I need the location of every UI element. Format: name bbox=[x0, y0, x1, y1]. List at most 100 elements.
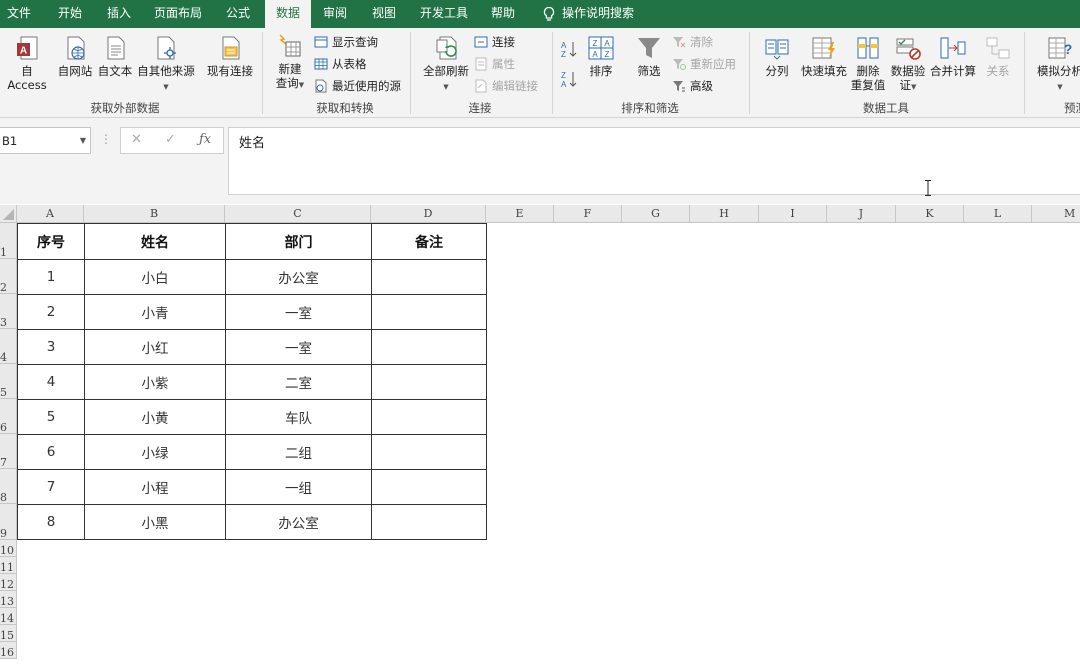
table-cell[interactable]: 小红 bbox=[84, 329, 226, 365]
table-cell[interactable] bbox=[371, 364, 487, 400]
show-queries-button[interactable]: 显示查询 bbox=[312, 33, 378, 51]
clear-filter-button[interactable]: 清除 bbox=[670, 33, 713, 51]
row-header-8[interactable]: 8 bbox=[0, 469, 17, 504]
formula-input[interactable]: 姓名 bbox=[228, 127, 1080, 195]
tab-file[interactable]: 文件 bbox=[0, 0, 38, 28]
sort-descending-button[interactable]: Z A bbox=[560, 70, 580, 89]
row-header-14[interactable]: 14 bbox=[0, 608, 17, 625]
table-cell[interactable]: 二组 bbox=[225, 434, 372, 470]
table-cell[interactable]: 3 bbox=[17, 329, 85, 365]
select-all-corner[interactable] bbox=[0, 205, 17, 223]
advanced-filter-button[interactable]: 高级 bbox=[670, 77, 713, 95]
table-cell[interactable]: 办公室 bbox=[225, 504, 372, 540]
table-cell[interactable]: 小黑 bbox=[84, 504, 226, 540]
recent-sources-button[interactable]: 最近使用的源 bbox=[312, 77, 401, 95]
row-header-2[interactable]: 2 bbox=[0, 259, 17, 294]
row-header-6[interactable]: 6 bbox=[0, 399, 17, 434]
tab-formulas[interactable]: 公式 bbox=[217, 0, 259, 28]
table-cell[interactable]: 8 bbox=[17, 504, 85, 540]
row-header-13[interactable]: 13 bbox=[0, 591, 17, 608]
table-cell[interactable] bbox=[371, 469, 487, 505]
table-cell[interactable]: 小白 bbox=[84, 259, 226, 295]
column-header-k[interactable]: K bbox=[896, 205, 964, 223]
row-header-11[interactable]: 11 bbox=[0, 557, 17, 574]
edit-links-button[interactable]: 编辑链接 bbox=[472, 77, 538, 95]
table-cell[interactable] bbox=[371, 434, 487, 470]
header-cell-name[interactable]: 姓名 bbox=[84, 223, 226, 260]
row-header-5[interactable]: 5 bbox=[0, 364, 17, 399]
row-header-9[interactable]: 9 bbox=[0, 504, 17, 540]
column-header-l[interactable]: L bbox=[964, 205, 1032, 223]
table-cell[interactable]: 2 bbox=[17, 294, 85, 330]
existing-connections-button[interactable]: 现有连接 bbox=[203, 34, 257, 78]
table-cell[interactable]: 二室 bbox=[225, 364, 372, 400]
table-cell[interactable]: 车队 bbox=[225, 399, 372, 435]
row-header-10[interactable]: 10 bbox=[0, 540, 17, 557]
column-header-j[interactable]: J bbox=[827, 205, 896, 223]
column-header-b[interactable]: B bbox=[84, 205, 225, 223]
row-header-16[interactable]: 16 bbox=[0, 642, 17, 659]
column-header-m[interactable]: M bbox=[1032, 205, 1080, 223]
table-cell[interactable]: 一室 bbox=[225, 329, 372, 365]
refresh-all-button[interactable]: 全部刷新 ▼ bbox=[418, 34, 474, 94]
table-cell[interactable]: 办公室 bbox=[225, 259, 372, 295]
connections-button[interactable]: 连接 bbox=[472, 33, 515, 51]
table-cell[interactable]: 5 bbox=[17, 399, 85, 435]
header-cell-seq[interactable]: 序号 bbox=[17, 223, 85, 260]
enter-check-icon[interactable]: ✓ bbox=[165, 132, 176, 147]
tab-view[interactable]: 视图 bbox=[364, 0, 404, 28]
column-header-a[interactable]: A bbox=[17, 205, 84, 223]
table-cell[interactable]: 小青 bbox=[84, 294, 226, 330]
filter-button[interactable]: 筛选 bbox=[630, 34, 668, 78]
new-query-button[interactable]: 新建 查询▼ bbox=[268, 32, 312, 92]
table-cell[interactable]: 小紫 bbox=[84, 364, 226, 400]
from-other-sources-button[interactable]: 自其他来源 ▼ bbox=[134, 34, 198, 94]
data-validation-button[interactable]: 数据验 证▼ bbox=[888, 34, 928, 94]
header-cell-dept[interactable]: 部门 bbox=[225, 223, 372, 260]
from-text-button[interactable]: 自文本 bbox=[96, 34, 134, 78]
reapply-button[interactable]: 重新应用 bbox=[670, 55, 736, 73]
row-header-3[interactable]: 3 bbox=[0, 294, 17, 329]
table-cell[interactable] bbox=[371, 329, 487, 365]
column-header-e[interactable]: E bbox=[486, 205, 554, 223]
table-cell[interactable]: 一室 bbox=[225, 294, 372, 330]
tab-review[interactable]: 审阅 bbox=[315, 0, 355, 28]
row-header-1[interactable]: 1 bbox=[0, 223, 17, 259]
tab-page-layout[interactable]: 页面布局 bbox=[148, 0, 208, 28]
table-cell[interactable] bbox=[371, 294, 487, 330]
tab-help[interactable]: 帮助 bbox=[483, 0, 523, 28]
row-header-4[interactable]: 4 bbox=[0, 329, 17, 364]
table-cell[interactable] bbox=[371, 259, 487, 295]
cancel-icon[interactable]: ✕ bbox=[131, 132, 142, 147]
tab-data[interactable]: 数据 bbox=[265, 0, 311, 28]
from-web-button[interactable]: 自网站 bbox=[56, 34, 94, 78]
table-cell[interactable]: 1 bbox=[17, 259, 85, 295]
table-cell[interactable] bbox=[371, 399, 487, 435]
column-header-i[interactable]: I bbox=[759, 205, 827, 223]
from-table-button[interactable]: 从表格 bbox=[312, 55, 367, 73]
row-header-15[interactable]: 15 bbox=[0, 625, 17, 642]
table-cell[interactable] bbox=[371, 504, 487, 540]
what-if-analysis-button[interactable]: ? 模拟分析 ▼ bbox=[1032, 34, 1080, 94]
header-cell-notes[interactable]: 备注 bbox=[371, 223, 487, 260]
consolidate-button[interactable]: 合并计算 bbox=[928, 34, 978, 78]
table-cell[interactable]: 小绿 bbox=[84, 434, 226, 470]
column-header-f[interactable]: F bbox=[554, 205, 622, 223]
column-header-c[interactable]: C bbox=[225, 205, 371, 223]
tab-home[interactable]: 开始 bbox=[50, 0, 90, 28]
chevron-down-icon[interactable]: ▼ bbox=[80, 128, 86, 154]
flash-fill-button[interactable]: 快速填充 bbox=[796, 34, 852, 78]
table-cell[interactable]: 一组 bbox=[225, 469, 372, 505]
column-header-d[interactable]: D bbox=[371, 205, 486, 223]
column-header-h[interactable]: H bbox=[690, 205, 759, 223]
relationships-button[interactable]: 关系 bbox=[980, 34, 1016, 78]
tell-me-search[interactable]: 操作说明搜索 bbox=[562, 0, 642, 28]
table-cell[interactable]: 7 bbox=[17, 469, 85, 505]
text-to-columns-button[interactable]: 分列 bbox=[758, 34, 796, 78]
row-header-7[interactable]: 7 bbox=[0, 434, 17, 469]
column-header-g[interactable]: G bbox=[622, 205, 690, 223]
insert-function-icon[interactable]: ƒx bbox=[199, 132, 211, 147]
name-box[interactable]: B1 ▼ bbox=[0, 127, 91, 154]
table-cell[interactable]: 6 bbox=[17, 434, 85, 470]
sort-button[interactable]: Z A A Z 排序 bbox=[584, 34, 618, 78]
